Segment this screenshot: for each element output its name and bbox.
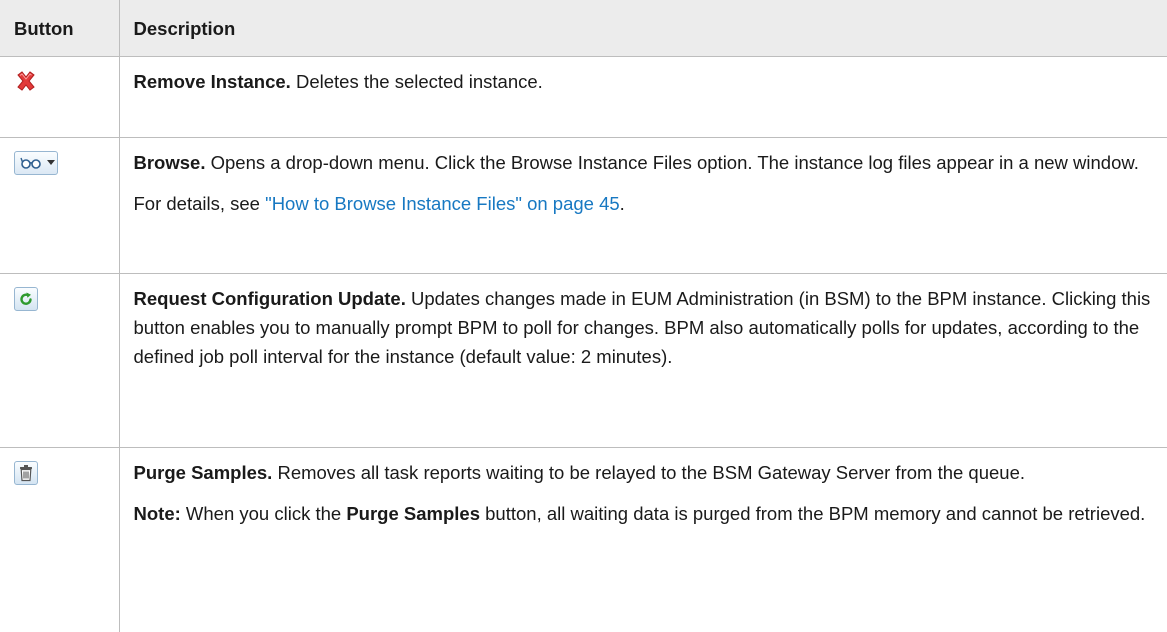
detail-suffix: . — [620, 193, 625, 214]
note-bold: Purge Samples — [346, 503, 480, 524]
row-text: Deletes the selected instance. — [291, 71, 543, 92]
browse-files-link[interactable]: "How to Browse Instance Files" on page 4… — [265, 193, 620, 214]
description-cell: Remove Instance. Deletes the selected in… — [119, 57, 1167, 138]
table-row: Remove Instance. Deletes the selected in… — [0, 57, 1167, 138]
browse-button[interactable] — [14, 151, 58, 175]
header-description: Description — [119, 0, 1167, 57]
note-post: button, all waiting data is purged from … — [480, 503, 1145, 524]
row-title: Remove Instance. — [134, 71, 291, 92]
row-title: Request Configuration Update. — [134, 288, 406, 309]
chevron-down-icon — [47, 160, 55, 166]
row-note: Note: When you click the Purge Samples b… — [134, 499, 1154, 528]
refresh-button[interactable] — [14, 287, 38, 311]
row-description: Purge Samples. Removes all task reports … — [134, 458, 1154, 487]
row-description: Remove Instance. Deletes the selected in… — [134, 67, 1154, 96]
button-cell — [0, 448, 119, 632]
row-text: Opens a drop-down menu. Click the Browse… — [205, 152, 1138, 173]
row-description: Browse. Opens a drop-down menu. Click th… — [134, 148, 1154, 177]
button-cell — [0, 138, 119, 274]
row-title: Purge Samples. — [134, 462, 273, 483]
row-text: Removes all task reports waiting to be r… — [272, 462, 1025, 483]
button-description-table: Button Description Remove Instance. Dele… — [0, 0, 1167, 632]
remove-icon[interactable] — [14, 69, 38, 93]
refresh-icon — [18, 291, 34, 307]
note-label: Note: — [134, 503, 181, 524]
description-cell: Purge Samples. Removes all task reports … — [119, 448, 1167, 632]
table-row: Browse. Opens a drop-down menu. Click th… — [0, 138, 1167, 274]
glasses-icon — [20, 156, 42, 170]
note-pre: When you click the — [181, 503, 347, 524]
description-cell: Browse. Opens a drop-down menu. Click th… — [119, 138, 1167, 274]
row-detail: For details, see "How to Browse Instance… — [134, 189, 1154, 218]
table-header-row: Button Description — [0, 0, 1167, 57]
table-row: Request Configuration Update. Updates ch… — [0, 274, 1167, 448]
detail-prefix: For details, see — [134, 193, 266, 214]
trash-icon — [18, 464, 34, 482]
row-title: Browse. — [134, 152, 206, 173]
header-button: Button — [0, 0, 119, 57]
description-cell: Request Configuration Update. Updates ch… — [119, 274, 1167, 448]
button-cell — [0, 57, 119, 138]
button-cell — [0, 274, 119, 448]
purge-button[interactable] — [14, 461, 38, 485]
table-row: Purge Samples. Removes all task reports … — [0, 448, 1167, 632]
row-description: Request Configuration Update. Updates ch… — [134, 284, 1154, 371]
